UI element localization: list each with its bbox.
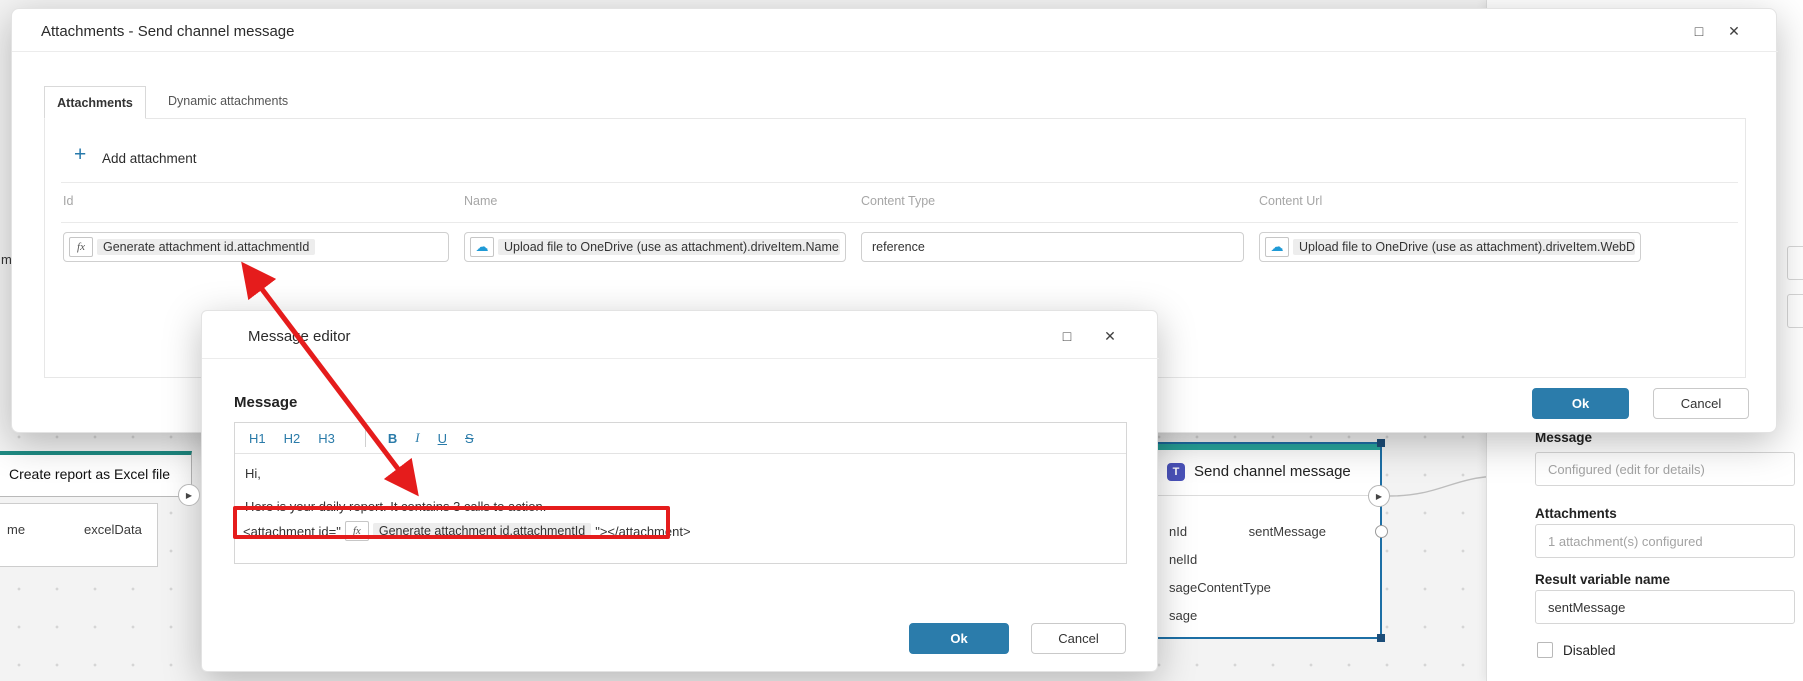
input-port-fragment: nId xyxy=(1169,524,1187,539)
attachment-id-token: Generate attachment id.attachmentId xyxy=(373,523,591,539)
column-header-content-type: Content Type xyxy=(861,194,935,208)
node-header: T Send channel message xyxy=(1152,450,1380,496)
message-section-label: Message xyxy=(234,394,297,411)
teams-icon: T xyxy=(1167,463,1185,481)
add-attachment-button[interactable]: Add attachment xyxy=(102,151,197,166)
chevron-right-icon: ▶ xyxy=(186,491,192,500)
attachment-content-type-input[interactable]: reference xyxy=(861,232,1244,262)
flow-designer-canvas: m Create report as Excel file ▶ me excel… xyxy=(0,0,1803,681)
message-body-line: Hi, xyxy=(245,466,261,481)
cloud-icon: ☁ xyxy=(1265,237,1289,257)
tab-dynamic-attachments[interactable]: Dynamic attachments xyxy=(168,94,288,108)
tab-attachments[interactable]: Attachments xyxy=(44,86,146,119)
node-title: Create report as Excel file xyxy=(0,455,191,482)
header-divider xyxy=(202,358,1159,359)
maximize-icon[interactable]: □ xyxy=(1690,23,1708,39)
formatting-toolbar: H1 H2 H3 B I U S xyxy=(235,423,1126,454)
message-editor-dialog: Message editor □ ✕ Message H1 H2 H3 B I … xyxy=(201,310,1158,672)
name-token: Upload file to OneDrive (use as attachme… xyxy=(498,239,840,255)
result-variable-label: Result variable name xyxy=(1535,572,1670,587)
content-url-token: Upload file to OneDrive (use as attachme… xyxy=(1293,239,1635,255)
message-body-line: Here is your daily report. It contains 3… xyxy=(245,499,546,514)
disabled-checkbox-label: Disabled xyxy=(1563,643,1616,658)
cancel-button[interactable]: Cancel xyxy=(1653,388,1749,419)
attachments-field-label: Attachments xyxy=(1535,506,1617,521)
node-expand-button[interactable]: ▶ xyxy=(178,484,200,506)
selection-handle[interactable] xyxy=(1377,439,1385,447)
attachment-content-url-input[interactable]: ☁ Upload file to OneDrive (use as attach… xyxy=(1259,232,1641,262)
heading1-button[interactable]: H1 xyxy=(249,431,266,446)
chevron-right-icon: ▶ xyxy=(1376,492,1382,501)
input-port-fragment: nelId xyxy=(1169,552,1197,567)
dialog-title: Attachments - Send channel message xyxy=(41,23,294,40)
close-icon[interactable]: ✕ xyxy=(1101,328,1119,344)
ok-button[interactable]: Ok xyxy=(1532,388,1629,419)
attachments-field[interactable]: 1 attachment(s) configured xyxy=(1535,524,1795,558)
partial-field[interactable] xyxy=(1787,294,1803,328)
fx-icon: fx xyxy=(345,521,369,541)
attachment-id-input[interactable]: fx Generate attachment id.attachmentId xyxy=(63,232,449,262)
input-port-fragment: sageContentType xyxy=(1169,580,1271,595)
close-icon[interactable]: ✕ xyxy=(1725,23,1743,39)
disabled-checkbox[interactable] xyxy=(1537,642,1553,658)
dialog-title: Message editor xyxy=(248,328,351,345)
output-port-circle[interactable] xyxy=(1375,525,1388,538)
italic-button[interactable]: I xyxy=(415,430,419,446)
partial-field[interactable] xyxy=(1787,246,1803,280)
node-create-report-ports[interactable]: me excelData xyxy=(0,503,158,567)
plus-icon: + xyxy=(74,143,86,167)
node-send-channel-message[interactable]: T Send channel message ▶ nId nelId sageC… xyxy=(1150,442,1382,639)
attachment-tag-suffix: "></attachment> xyxy=(595,524,690,539)
attachment-tag-line: <attachment id=" fx Generate attachment … xyxy=(243,521,691,541)
id-token: Generate attachment id.attachmentId xyxy=(97,239,315,255)
column-header-name: Name xyxy=(464,194,497,208)
header-divider xyxy=(12,51,1778,52)
node-expand-button[interactable]: ▶ xyxy=(1368,485,1390,507)
rich-text-editor[interactable]: H1 H2 H3 B I U S Hi, Here is your daily … xyxy=(234,422,1127,564)
column-header-id: Id xyxy=(63,194,73,208)
output-variable-label: excelData xyxy=(84,522,142,537)
toolbar-divider xyxy=(365,429,366,447)
output-variable-label: sentMessage xyxy=(1249,524,1326,539)
node-create-report[interactable]: Create report as Excel file xyxy=(0,451,192,497)
node-title: Send channel message xyxy=(1194,463,1351,480)
result-variable-input[interactable]: sentMessage xyxy=(1535,590,1795,624)
ok-button[interactable]: Ok xyxy=(909,623,1009,654)
cloud-icon: ☁ xyxy=(470,237,494,257)
cancel-button[interactable]: Cancel xyxy=(1031,623,1126,654)
maximize-icon[interactable]: □ xyxy=(1058,328,1076,344)
bold-button[interactable]: B xyxy=(388,431,397,446)
heading2-button[interactable]: H2 xyxy=(284,431,301,446)
fx-icon: fx xyxy=(69,237,93,257)
underline-button[interactable]: U xyxy=(438,431,447,446)
attachment-name-input[interactable]: ☁ Upload file to OneDrive (use as attach… xyxy=(464,232,846,262)
input-port-fragment: sage xyxy=(1169,608,1197,623)
column-header-content-url: Content Url xyxy=(1259,194,1322,208)
heading3-button[interactable]: H3 xyxy=(318,431,335,446)
selection-handle[interactable] xyxy=(1377,634,1385,642)
port-label-fragment: me xyxy=(7,522,25,537)
strikethrough-button[interactable]: S xyxy=(465,431,474,446)
attachment-tag-prefix: <attachment id=" xyxy=(243,524,341,539)
message-field[interactable]: Configured (edit for details) xyxy=(1535,452,1795,486)
